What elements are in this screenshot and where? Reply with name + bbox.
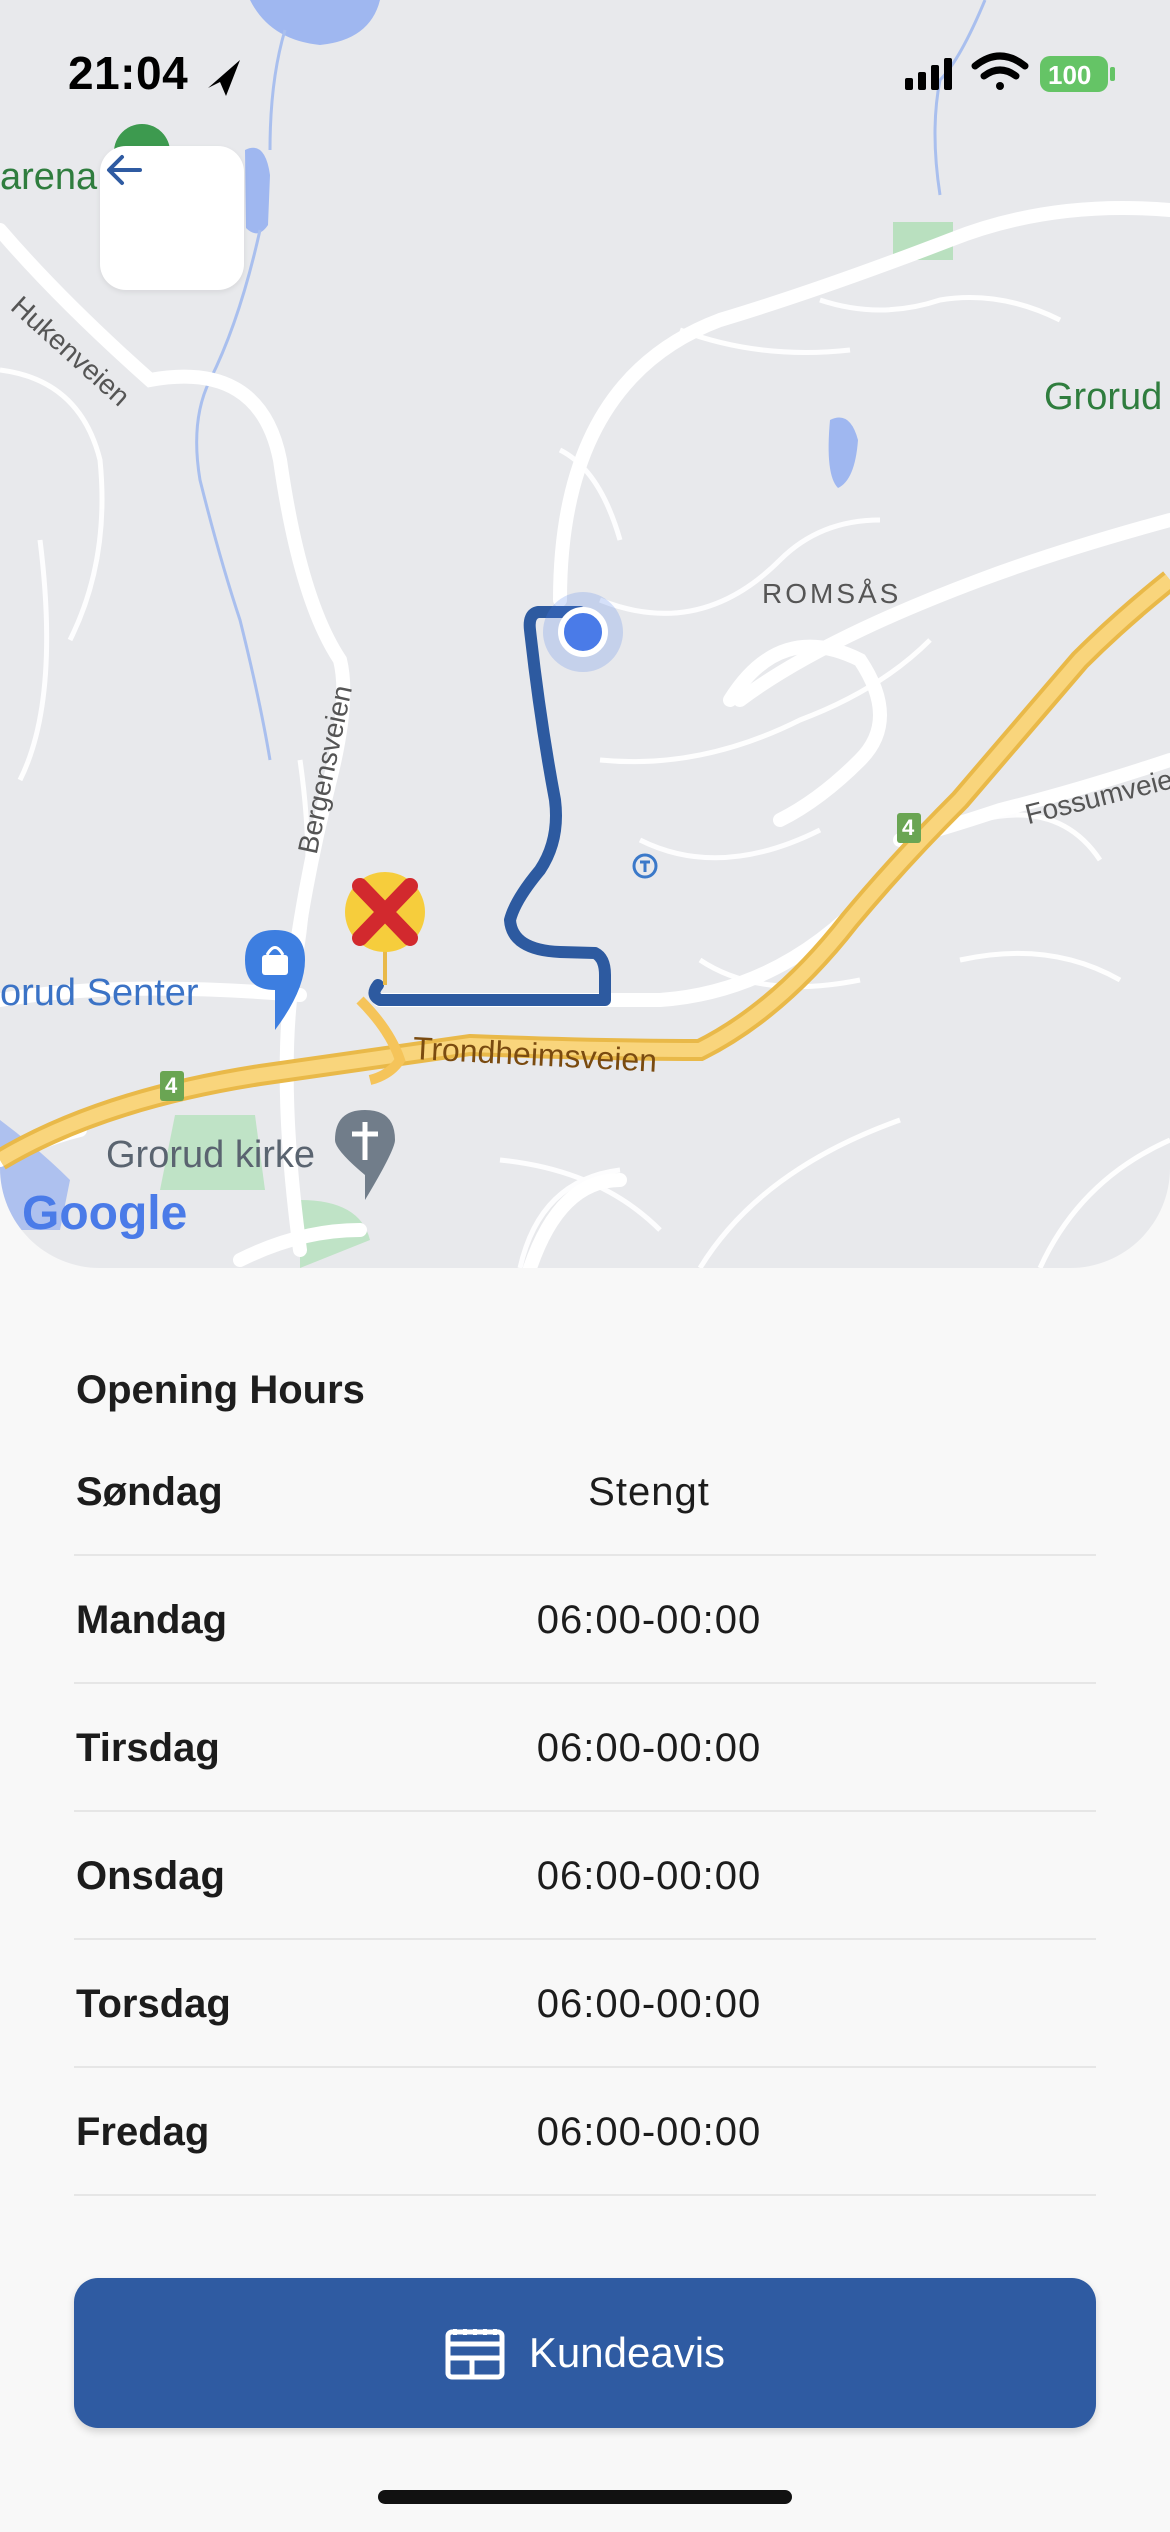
route-badge-4a: 4 — [902, 815, 915, 840]
location-arrow-icon — [208, 60, 240, 96]
kundeavis-button[interactable]: Kundeavis — [74, 2278, 1096, 2428]
map-label-grorud: Grorud — [1044, 376, 1163, 418]
hours-row: Søndag Stengt — [74, 1426, 1096, 1556]
hours-value: 06:00-00:00 — [536, 1726, 762, 1770]
map-label-arena: arena — [0, 156, 98, 198]
hours-row: Fredag 06:00-00:00 — [74, 2066, 1096, 2196]
kundeavis-label: Kundeavis — [528, 2329, 726, 2376]
hours-value: 06:00-00:00 — [536, 2110, 762, 2154]
hours-row: Onsdag 06:00-00:00 — [74, 1810, 1096, 1940]
map-label-grorud-senter: orud Senter — [0, 972, 199, 1014]
wifi-icon — [971, 52, 1029, 90]
shopping-pin-icon — [245, 930, 305, 1030]
map-label-romsas: ROMSÅS — [762, 578, 902, 609]
battery-level: 100 — [1048, 60, 1092, 90]
back-button[interactable] — [100, 146, 244, 290]
hours-row: Torsdag 06:00-00:00 — [74, 1938, 1096, 2068]
map-view[interactable]: arena Hukenveien Grorud ROMSÅS Bergensve… — [0, 0, 1170, 1268]
status-time: 21:04 — [68, 47, 189, 99]
hours-value: 06:00-00:00 — [536, 1598, 762, 1642]
map-label-grorud-kirke: Grorud kirke — [106, 1134, 316, 1176]
opening-hours-title: Opening Hours — [76, 1368, 365, 1412]
hours-value: 06:00-00:00 — [536, 1982, 762, 2026]
destination-marker-icon — [345, 872, 425, 985]
church-pin-icon — [335, 1110, 395, 1200]
current-location-dot — [558, 607, 608, 657]
hours-value: 06:00-00:00 — [536, 1854, 762, 1898]
hours-row: Tirsdag 06:00-00:00 — [74, 1682, 1096, 1812]
route-badge-4b: 4 — [165, 1073, 178, 1098]
google-logo: Google — [22, 1187, 188, 1240]
newspaper-icon — [445, 2326, 505, 2380]
signal-icon — [905, 58, 952, 90]
hours-row: Mandag 06:00-00:00 — [74, 1554, 1096, 1684]
hours-value: Stengt — [588, 1470, 710, 1514]
home-indicator[interactable] — [378, 2490, 792, 2504]
arrow-left-icon — [107, 155, 142, 185]
